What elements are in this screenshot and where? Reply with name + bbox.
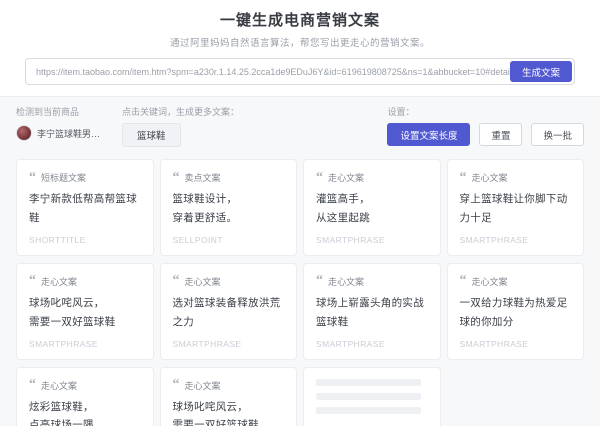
skeleton-line	[316, 407, 421, 414]
card-tag: 短标题文案	[41, 171, 86, 184]
card-content: 篮球鞋设计， 穿着更舒适。	[173, 190, 285, 228]
copy-card[interactable]: “ 走心文案 球场叱咤风云， 需要一双好篮球鞋 SMARTPHRASE	[160, 367, 298, 426]
url-bar: 生成文案	[25, 58, 575, 85]
copy-card[interactable]: “ 走心文案 球场叱咤风云， 需要一双好篮球鞋 SMARTPHRASE	[16, 263, 154, 360]
keyword-tag-basketball-shoes[interactable]: 篮球鞋	[122, 123, 181, 147]
card-tag: 走心文案	[472, 275, 508, 288]
card-content: 炫彩篮球鞋， 点亮球场一隅	[29, 398, 141, 426]
results-section: 检测到当前商品 李宁篮球鞋男鞋... 点击关键词，生成更多文案： 篮球鞋 设置：…	[0, 96, 600, 426]
copy-card[interactable]: “ 走心文案 球场上崭露头角的实战篮球鞋 SMARTPHRASE	[303, 263, 441, 360]
card-content: 灌篮高手， 从这里起跳	[316, 190, 428, 228]
copy-card[interactable]: “ 走心文案 选对篮球装备释放洪荒之力 SMARTPHRASE	[160, 263, 298, 360]
card-content: 一双给力球鞋为热爱足球的你加分	[460, 294, 572, 332]
copy-card[interactable]: “ 走心文案 一双给力球鞋为热爱足球的你加分 SMARTPHRASE	[447, 263, 585, 360]
toolbar: 检测到当前商品 李宁篮球鞋男鞋... 点击关键词，生成更多文案： 篮球鞋 设置：…	[16, 105, 584, 147]
card-content: 穿上篮球鞋让你脚下动力十足	[460, 190, 572, 228]
quote-icon: “	[316, 277, 323, 285]
settings-label: 设置：	[387, 105, 414, 119]
card-tag: 走心文案	[41, 275, 77, 288]
card-content: 球场叱咤风云， 需要一双好篮球鞋	[29, 294, 141, 332]
copy-card[interactable]: “ 短标题文案 李宁新款低帮高帮篮球鞋 SHORTTITLE	[16, 159, 154, 256]
card-content: 选对篮球装备释放洪荒之力	[173, 294, 285, 332]
page-title: 一键生成电商营销文案	[0, 9, 600, 30]
skeleton-line	[316, 379, 421, 386]
card-tag: 走心文案	[41, 379, 77, 392]
set-copy-length-button[interactable]: 设置文案长度	[387, 123, 470, 146]
product-avatar-image	[16, 125, 32, 141]
card-tag: 走心文案	[185, 379, 221, 392]
card-tag: 走心文案	[328, 275, 364, 288]
card-type-label: SHORTTITLE	[29, 235, 141, 245]
card-content: 李宁新款低帮高帮篮球鞋	[29, 190, 141, 228]
card-tag: 走心文案	[185, 275, 221, 288]
detected-product-group: 检测到当前商品 李宁篮球鞋男鞋...	[16, 105, 104, 141]
card-type-label: SMARTPHRASE	[316, 235, 428, 245]
placeholder-card: 生成推荐理由	[303, 367, 441, 426]
generate-copy-button[interactable]: 生成文案	[510, 61, 572, 82]
quote-icon: “	[173, 381, 180, 389]
card-type-label: SELLPOINT	[173, 235, 285, 245]
quote-icon: “	[29, 381, 36, 389]
card-content: 球场上崭露头角的实战篮球鞋	[316, 294, 428, 332]
refresh-batch-button[interactable]: 换一批	[531, 123, 584, 146]
product-name: 李宁篮球鞋男鞋...	[37, 127, 104, 140]
page-header: 一键生成电商营销文案 通过阿里妈妈自然语言算法，帮您写出更走心的营销文案。	[0, 0, 600, 49]
copy-card[interactable]: “ 走心文案 炫彩篮球鞋， 点亮球场一隅 SMARTPHRASE	[16, 367, 154, 426]
copy-card[interactable]: “ 走心文案 穿上篮球鞋让你脚下动力十足 SMARTPHRASE	[447, 159, 585, 256]
detected-product-label: 检测到当前商品	[16, 105, 104, 119]
quote-icon: “	[29, 174, 36, 182]
keyword-group: 点击关键词，生成更多文案： 篮球鞋	[122, 105, 239, 147]
skeleton-line	[316, 393, 421, 400]
quote-icon: “	[173, 174, 180, 182]
card-tag: 走心文案	[328, 171, 364, 184]
product-chip[interactable]: 李宁篮球鞋男鞋...	[16, 125, 104, 141]
settings-buttons: 设置文案长度 重置 换一批	[387, 123, 584, 146]
page-subtitle: 通过阿里妈妈自然语言算法，帮您写出更走心的营销文案。	[0, 35, 600, 49]
card-type-label: SMARTPHRASE	[29, 339, 141, 349]
card-type-label: SMARTPHRASE	[316, 339, 428, 349]
copy-cards-grid: “ 短标题文案 李宁新款低帮高帮篮球鞋 SHORTTITLE “ 卖点文案 篮球…	[16, 159, 584, 426]
card-tag: 走心文案	[472, 171, 508, 184]
card-type-label: SMARTPHRASE	[460, 339, 572, 349]
card-type-label: SMARTPHRASE	[173, 339, 285, 349]
url-row: 生成文案	[25, 58, 575, 85]
quote-icon: “	[173, 277, 180, 285]
keyword-hint-label: 点击关键词，生成更多文案：	[122, 105, 239, 119]
quote-icon: “	[460, 277, 467, 285]
card-content: 球场叱咤风云， 需要一双好篮球鞋	[173, 398, 285, 426]
product-url-input[interactable]	[36, 67, 510, 77]
quote-icon: “	[460, 174, 467, 182]
copy-card[interactable]: “ 卖点文案 篮球鞋设计， 穿着更舒适。 SELLPOINT	[160, 159, 298, 256]
settings-group: 设置： 设置文案长度 重置 换一批	[387, 105, 584, 146]
card-type-label: SMARTPHRASE	[460, 235, 572, 245]
quote-icon: “	[316, 174, 323, 182]
quote-icon: “	[29, 277, 36, 285]
reset-button[interactable]: 重置	[479, 123, 522, 146]
card-tag: 卖点文案	[185, 171, 221, 184]
copy-card[interactable]: “ 走心文案 灌篮高手， 从这里起跳 SMARTPHRASE	[303, 159, 441, 256]
